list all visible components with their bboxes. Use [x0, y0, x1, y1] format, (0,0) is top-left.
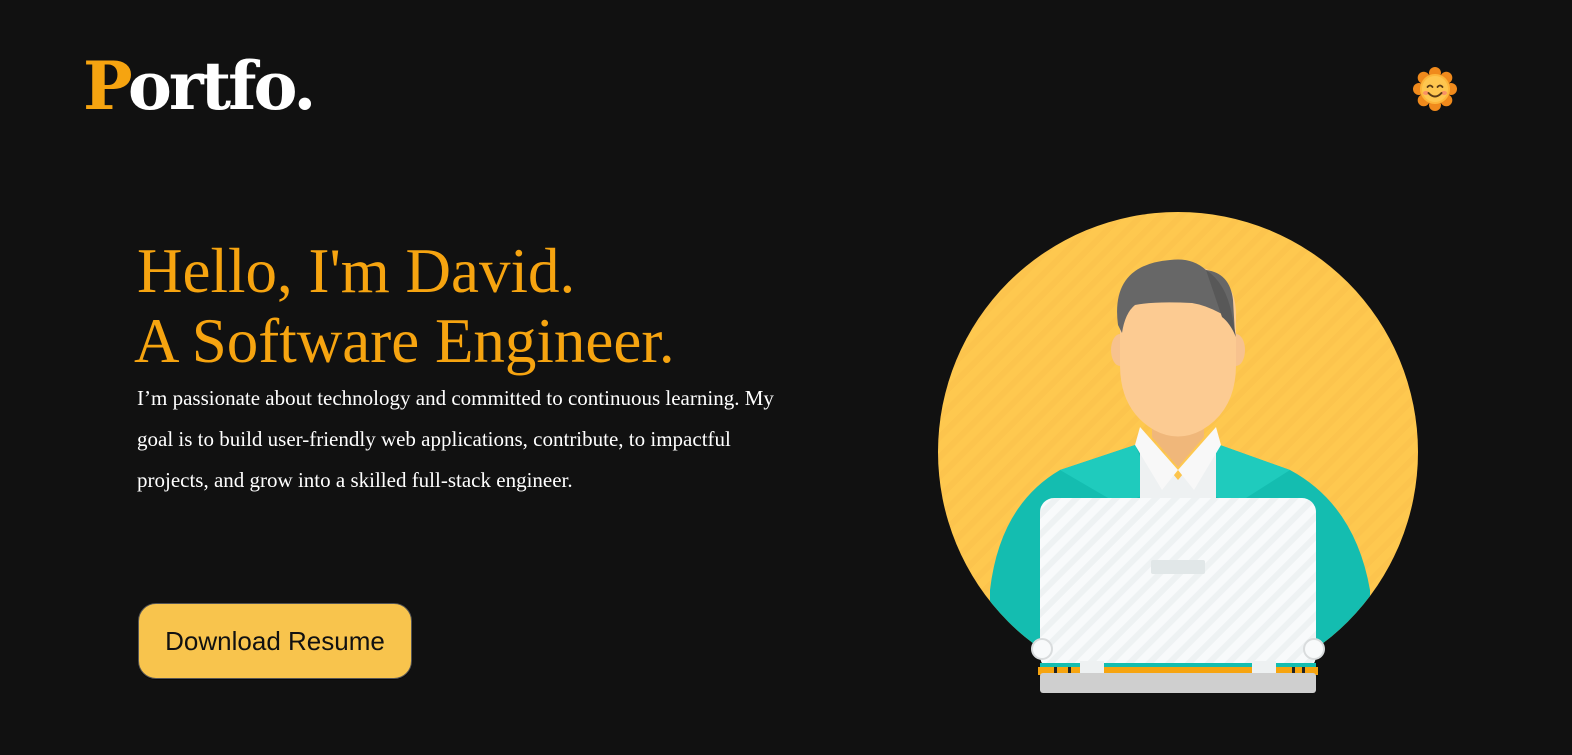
smiling-sun-icon — [1413, 67, 1457, 111]
logo-text: ortfo. — [127, 47, 317, 125]
hero-intro: I’m passionate about technology and comm… — [137, 386, 774, 492]
hero-section: Hello, I'm David. A Software Engineer. I… — [134, 236, 797, 501]
theme-toggle-button[interactable] — [1412, 66, 1458, 112]
logo-initial: P — [83, 47, 131, 125]
download-resume-button[interactable]: Download Resume — [138, 603, 412, 679]
hero-role: A Software Engineer. — [134, 306, 675, 376]
developer-illustration — [930, 205, 1430, 700]
developer-laptop-illustration — [938, 212, 1418, 693]
hero-headline: Hello, I'm David. A Software Engineer. — [134, 236, 797, 376]
hero-greeting: Hello, I'm David. — [137, 236, 576, 306]
logo[interactable]: Portfo. — [83, 42, 317, 130]
